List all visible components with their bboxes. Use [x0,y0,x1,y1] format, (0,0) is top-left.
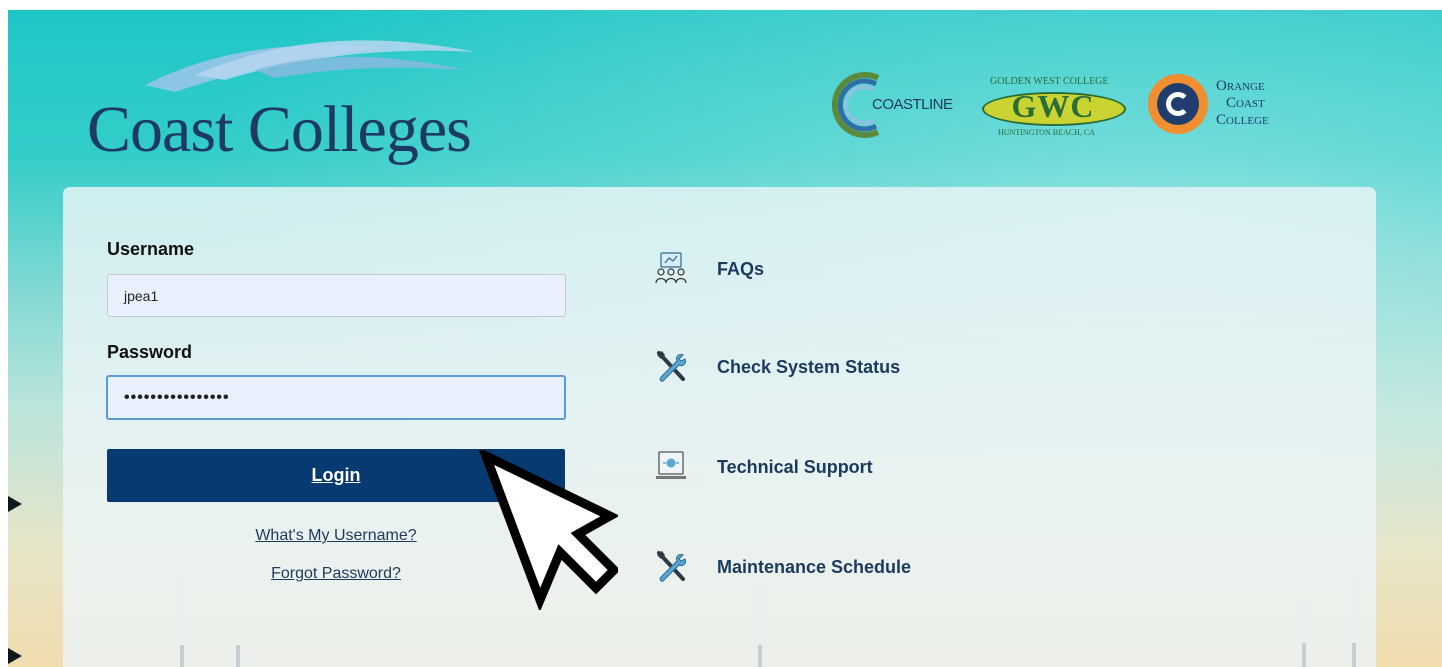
password-input[interactable]: •••••••••••••••• [106,375,566,420]
wrench-screwdriver-icon [657,551,686,582]
background-silhouette [8,648,22,664]
menu-label-maintenance-schedule: Maintenance Schedule [717,557,912,577]
menu-label-technical-support: Technical Support [717,457,873,477]
password-value: •••••••••••••••• [124,388,230,406]
coastline-logo: COASTLINE [828,70,978,140]
gwc-top-text: GOLDEN WEST COLLEGE [990,76,1109,87]
gwc-bottom-text: HUNTINGTON BEACH, CA [998,128,1095,137]
coast-colleges-logo: Coast Colleges [75,30,565,180]
menu-label-faqs: FAQs [717,259,765,279]
occ-logo-icon [1148,74,1208,134]
password-label: Password [107,342,193,362]
menu-label-check-system-status: Check System Status [717,357,901,377]
partner-colleges-logos: COASTLINE GOLDEN WEST COLLEGE GWC HUNTIN… [828,66,1318,146]
username-label: Username [107,239,195,259]
logo-wordmark: Coast Colleges [87,93,472,166]
wrench-screwdriver-icon [657,351,686,382]
login-panel: Username jpea1 Password ••••••••••••••••… [63,187,1376,667]
occ-name: Orange Coast College [1216,78,1269,128]
username-value: jpea1 [124,287,159,304]
gwc-logo: GOLDEN WEST COLLEGE GWC HUNTINGTON BEACH… [968,76,1138,140]
support-laptop-icon [656,451,686,479]
coastline-name: COASTLINE [872,96,953,113]
username-input[interactable]: jpea1 [107,274,566,317]
logo-waves-icon [145,40,475,92]
gwc-wordmark: GWC [1011,88,1095,124]
background-silhouette [8,496,22,512]
faq-people-icon [655,252,687,284]
mouse-pointer-icon [478,450,618,610]
